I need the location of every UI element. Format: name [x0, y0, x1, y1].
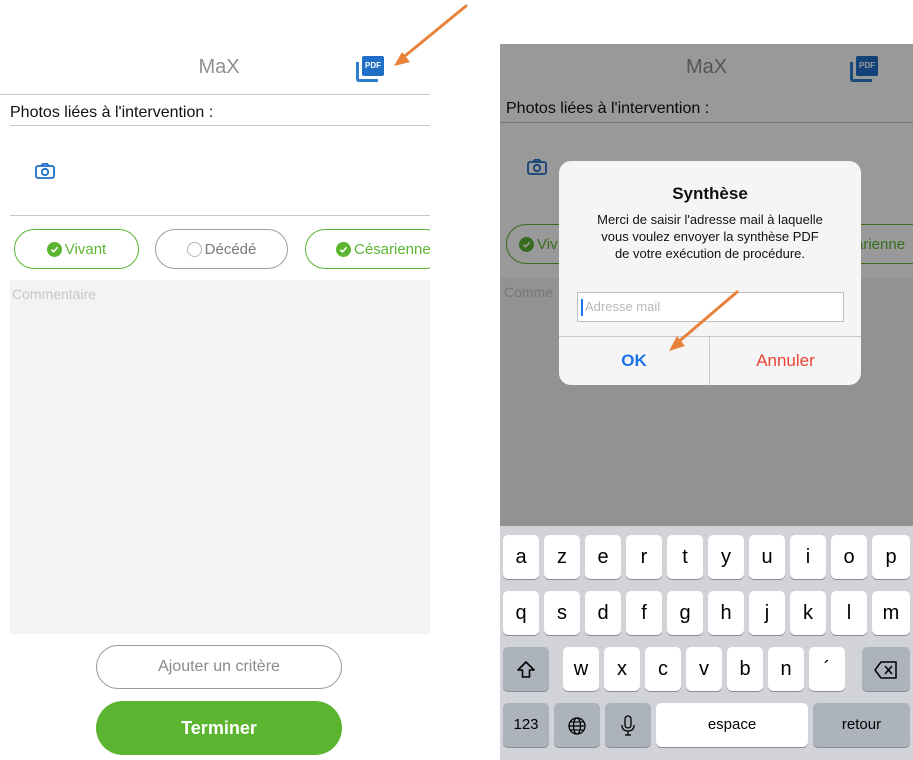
- chip-decede[interactable]: Décédé: [155, 229, 288, 269]
- globe-key[interactable]: [554, 703, 600, 747]
- key[interactable]: h: [708, 591, 744, 635]
- right-screen: MaX PDF Photos liées à l'intervention : …: [500, 44, 913, 760]
- cancel-button[interactable]: Annuler: [710, 337, 861, 385]
- checkmark-icon: [336, 241, 351, 257]
- key[interactable]: b: [727, 647, 763, 691]
- key[interactable]: m: [872, 591, 910, 635]
- key[interactable]: z: [544, 535, 580, 579]
- chip-label: Vivant: [64, 240, 107, 258]
- numbers-key[interactable]: 123: [503, 703, 549, 747]
- chip-vivant[interactable]: Vivant: [14, 229, 139, 269]
- key[interactable]: e: [585, 535, 621, 579]
- key[interactable]: k: [790, 591, 826, 635]
- backspace-icon: [874, 660, 897, 679]
- empty-circle-icon: [186, 241, 202, 257]
- key[interactable]: q: [503, 591, 539, 635]
- key[interactable]: f: [626, 591, 662, 635]
- keyboard: a z e r t y u i o p q s d f g h j k l m …: [500, 526, 913, 760]
- return-key[interactable]: retour: [813, 703, 910, 747]
- key[interactable]: l: [831, 591, 867, 635]
- key[interactable]: p: [872, 535, 910, 579]
- email-placeholder: Adresse mail: [585, 299, 661, 314]
- divider: [0, 94, 430, 95]
- key[interactable]: o: [831, 535, 867, 579]
- pdf-icon: PDF: [362, 56, 384, 76]
- key[interactable]: s: [544, 591, 580, 635]
- ok-button[interactable]: OK: [559, 337, 709, 385]
- microphone-icon: [621, 715, 635, 736]
- key[interactable]: n: [768, 647, 804, 691]
- comment-placeholder: Commentaire: [12, 286, 97, 302]
- space-key[interactable]: espace: [656, 703, 808, 747]
- checkmark-icon: [46, 241, 62, 257]
- dialog-message-line: Merci de saisir l'adresse mail à laquell…: [597, 212, 823, 227]
- dialog-title: Synthèse: [672, 184, 748, 203]
- finish-button[interactable]: Terminer: [96, 701, 342, 755]
- dialog-message-line: vous voulez envoyer la synthèse PDF: [601, 229, 819, 244]
- key[interactable]: y: [708, 535, 744, 579]
- divider: [10, 125, 430, 126]
- comment-textarea[interactable]: Commentaire: [10, 280, 430, 634]
- key[interactable]: v: [686, 647, 722, 691]
- key[interactable]: ´: [809, 647, 845, 691]
- chip-cesarienne[interactable]: Césarienne: [305, 229, 430, 269]
- left-screen: MaX PDF Photos liées à l'intervention : …: [0, 0, 430, 760]
- chip-label: Césarienne: [354, 240, 430, 258]
- dialog-message-line: de votre exécution de procédure.: [614, 246, 806, 261]
- pdf-export-button[interactable]: PDF: [356, 56, 384, 82]
- camera-icon[interactable]: [35, 163, 55, 179]
- divider: [10, 215, 430, 216]
- key[interactable]: x: [604, 647, 640, 691]
- key[interactable]: c: [645, 647, 681, 691]
- key[interactable]: g: [667, 591, 703, 635]
- key[interactable]: r: [626, 535, 662, 579]
- text-caret: [581, 299, 583, 317]
- photos-label: Photos liées à l'intervention :: [10, 104, 214, 121]
- globe-icon: [568, 717, 586, 735]
- key[interactable]: j: [749, 591, 785, 635]
- shift-icon: [517, 660, 535, 678]
- key[interactable]: t: [667, 535, 703, 579]
- key[interactable]: a: [503, 535, 539, 579]
- key[interactable]: w: [563, 647, 599, 691]
- key[interactable]: d: [585, 591, 621, 635]
- key[interactable]: u: [749, 535, 785, 579]
- microphone-key[interactable]: [605, 703, 651, 747]
- key[interactable]: i: [790, 535, 826, 579]
- chip-label: Décédé: [204, 240, 257, 258]
- synthesis-dialog: Synthèse Merci de saisir l'adresse mail …: [559, 161, 861, 385]
- email-field[interactable]: Adresse mail: [577, 292, 844, 322]
- backspace-key[interactable]: [862, 647, 910, 691]
- shift-key[interactable]: [503, 647, 549, 691]
- dialog-message: Merci de saisir l'adresse mail à laquell…: [569, 211, 851, 262]
- add-criterion-button[interactable]: Ajouter un critère: [96, 645, 342, 689]
